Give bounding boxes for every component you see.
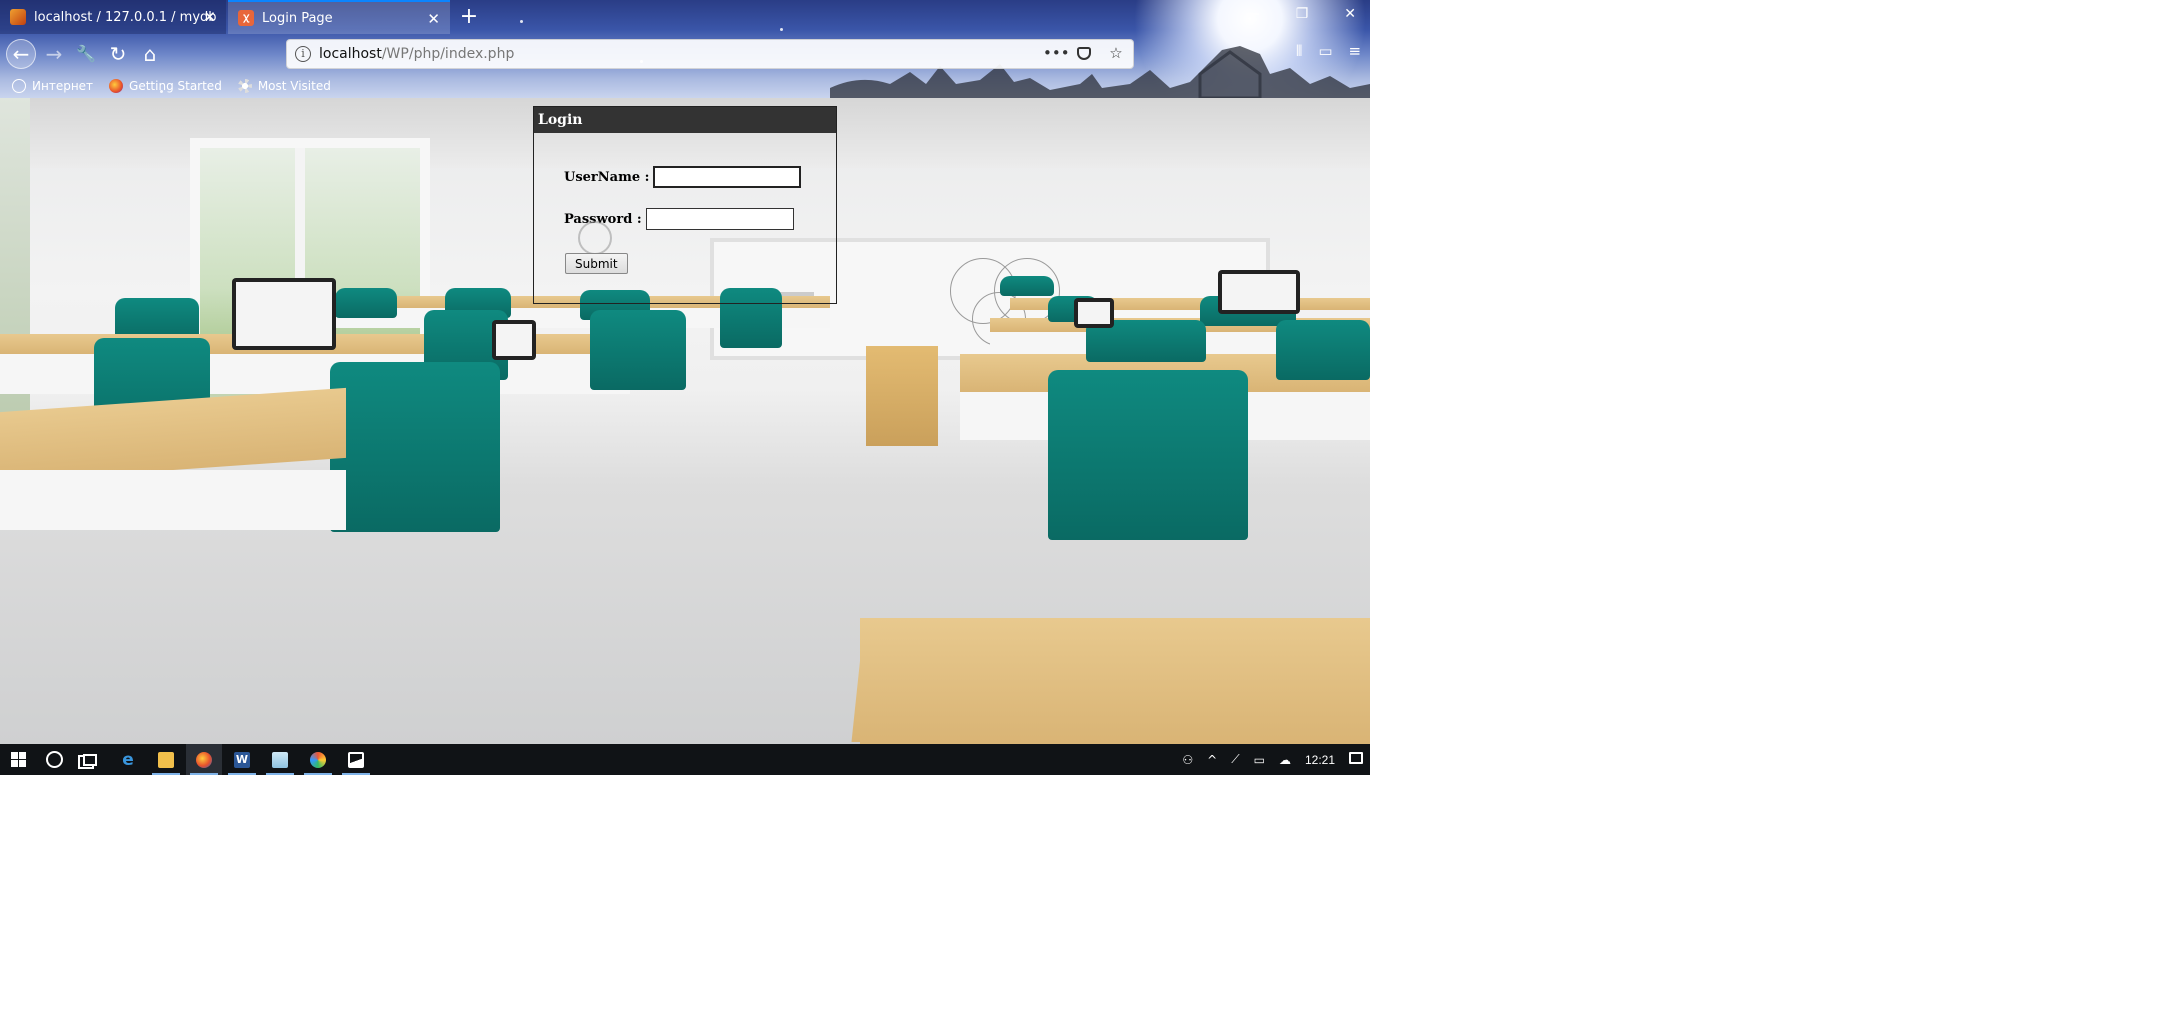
taskbar-app-photos[interactable] bbox=[338, 744, 374, 775]
photos-icon bbox=[348, 751, 364, 768]
url-text[interactable]: localhost/WP/php/index.php bbox=[319, 46, 514, 62]
action-center-button[interactable] bbox=[1349, 752, 1363, 767]
xampp-favicon-icon: ꭓ bbox=[238, 10, 254, 26]
library-icon[interactable]: ⫴ bbox=[1296, 42, 1302, 60]
people-icon[interactable]: ⚇ bbox=[1182, 753, 1193, 767]
info-icon[interactable]: i bbox=[295, 46, 311, 62]
onedrive-cloud-icon[interactable]: ☁ bbox=[1279, 753, 1291, 767]
background-laptop bbox=[1218, 270, 1300, 314]
edge-icon: e bbox=[122, 749, 134, 770]
password-input[interactable] bbox=[645, 208, 794, 230]
tab-phpmyadmin[interactable]: localhost / 127.0.0.1 / mydb / ✕ bbox=[0, 0, 226, 34]
background-desk bbox=[0, 470, 346, 530]
background-tablet bbox=[1074, 298, 1114, 328]
network-icon[interactable]: ⟋ bbox=[1231, 752, 1239, 767]
gear-icon bbox=[237, 79, 252, 93]
firefox-icon bbox=[196, 751, 212, 768]
maximize-icon[interactable]: ❐ bbox=[1296, 6, 1309, 22]
phpmyadmin-favicon-icon bbox=[10, 9, 26, 25]
background-chair bbox=[1000, 276, 1054, 296]
new-tab-button[interactable]: + bbox=[456, 4, 482, 30]
background-chair bbox=[335, 288, 397, 318]
bookmark-label: Most Visited bbox=[257, 79, 331, 93]
background-desk bbox=[860, 618, 1370, 744]
login-header: Login bbox=[534, 107, 836, 133]
notepad-icon bbox=[272, 751, 288, 768]
tab-close-icon[interactable]: ✕ bbox=[427, 10, 440, 28]
pocket-icon[interactable] bbox=[1075, 44, 1093, 64]
background-chair bbox=[330, 362, 500, 532]
home-icon[interactable]: ⌂ bbox=[136, 40, 164, 68]
bookmark-label: Интернет bbox=[32, 79, 94, 93]
globe-icon bbox=[12, 79, 26, 93]
background-laptop bbox=[232, 278, 336, 350]
background-window bbox=[0, 98, 30, 458]
bookmarks-toolbar: Интернет Getting Started Most Visited bbox=[0, 74, 1370, 98]
url-actions: ••• ☆ bbox=[1043, 44, 1125, 64]
username-label: UserName : bbox=[564, 169, 650, 185]
forward-arrow-icon[interactable]: → bbox=[40, 40, 68, 68]
more-icon[interactable]: ••• bbox=[1043, 44, 1070, 64]
taskbar-app-paint[interactable] bbox=[300, 744, 336, 775]
tab-title: Login Page bbox=[262, 10, 333, 26]
bookmark-label: Getting Started bbox=[129, 79, 222, 93]
back-arrow-icon[interactable]: ← bbox=[6, 39, 36, 69]
system-tray: ⚇ ^ ⟋ ▭ ☁ 12:21 bbox=[1175, 744, 1370, 775]
bookmark-getting-started[interactable]: Getting Started bbox=[109, 79, 222, 93]
battery-icon[interactable]: ▭ bbox=[1254, 753, 1265, 767]
taskbar-app-notepad[interactable] bbox=[262, 744, 298, 775]
background-chair bbox=[590, 310, 686, 390]
firefox-icon bbox=[109, 79, 124, 93]
tab-strip: localhost / 127.0.0.1 / mydb / ✕ ꭓ Login… bbox=[0, 0, 1370, 34]
minimize-icon[interactable]: — bbox=[1246, 6, 1260, 22]
cortana-search-button[interactable] bbox=[36, 744, 72, 775]
background-podium bbox=[866, 346, 938, 446]
background-tablet bbox=[492, 320, 536, 360]
folder-icon bbox=[158, 751, 174, 768]
tab-close-icon[interactable]: ✕ bbox=[203, 8, 216, 26]
star-icon[interactable]: ☆ bbox=[1107, 44, 1125, 64]
search-circle-icon bbox=[45, 751, 63, 768]
menu-icon[interactable]: ≡ bbox=[1349, 42, 1362, 60]
background-chair bbox=[1048, 370, 1248, 540]
username-input[interactable] bbox=[653, 166, 802, 188]
task-view-icon bbox=[83, 753, 97, 766]
tab-title: localhost / 127.0.0.1 / mydb / bbox=[34, 9, 216, 25]
task-view-button[interactable] bbox=[72, 744, 108, 775]
windows-taskbar: e W ⚇ ^ ⟋ ▭ ☁ 12:21 bbox=[0, 744, 1370, 775]
busy-cursor-icon bbox=[578, 221, 612, 255]
reload-icon[interactable]: ↻ bbox=[104, 40, 132, 68]
sidebar-icon[interactable]: ▭ bbox=[1318, 42, 1332, 60]
url-path: /WP/php/index.php bbox=[381, 46, 515, 62]
browser-chrome: localhost / 127.0.0.1 / mydb / ✕ ꭓ Login… bbox=[0, 0, 1370, 98]
bookmark-internet[interactable]: Интернет bbox=[12, 79, 93, 93]
login-form: Login UserName : Password : Submit bbox=[533, 106, 837, 304]
wrench-icon[interactable]: 🔧 bbox=[72, 40, 100, 68]
background-desk bbox=[0, 387, 346, 483]
taskbar-app-firefox[interactable] bbox=[186, 744, 222, 775]
screen: localhost / 127.0.0.1 / mydb / ✕ ꭓ Login… bbox=[0, 0, 1370, 775]
address-bar[interactable]: i localhost/WP/php/index.php ••• ☆ bbox=[286, 39, 1134, 69]
taskbar-app-edge[interactable]: e bbox=[110, 744, 146, 775]
taskbar-app-word[interactable]: W bbox=[224, 744, 260, 775]
close-window-icon[interactable]: ✕ bbox=[1344, 6, 1356, 22]
chevron-up-icon[interactable]: ^ bbox=[1207, 753, 1217, 767]
clock[interactable]: 12:21 bbox=[1305, 753, 1335, 767]
paint-icon bbox=[310, 751, 326, 768]
submit-button[interactable]: Submit bbox=[565, 253, 628, 274]
bookmark-most-visited[interactable]: Most Visited bbox=[237, 79, 331, 93]
window-controls: — ❐ ✕ bbox=[1246, 6, 1356, 22]
windows-logo-icon bbox=[10, 752, 26, 767]
navigation-toolbar: ← → 🔧 ↻ ⌂ i localhost/WP/php/index.php •… bbox=[0, 34, 1370, 74]
taskbar-app-file-explorer[interactable] bbox=[148, 744, 184, 775]
start-button[interactable] bbox=[0, 744, 36, 775]
url-host: localhost bbox=[319, 46, 382, 62]
tab-login-page[interactable]: ꭓ Login Page ✕ bbox=[228, 0, 450, 34]
word-icon: W bbox=[234, 751, 250, 768]
background-chair bbox=[1276, 320, 1370, 380]
toolbar-right: ⫴ ▭ ≡ bbox=[1296, 42, 1361, 60]
notification-icon bbox=[1349, 752, 1363, 764]
username-row: UserName : bbox=[564, 166, 802, 188]
